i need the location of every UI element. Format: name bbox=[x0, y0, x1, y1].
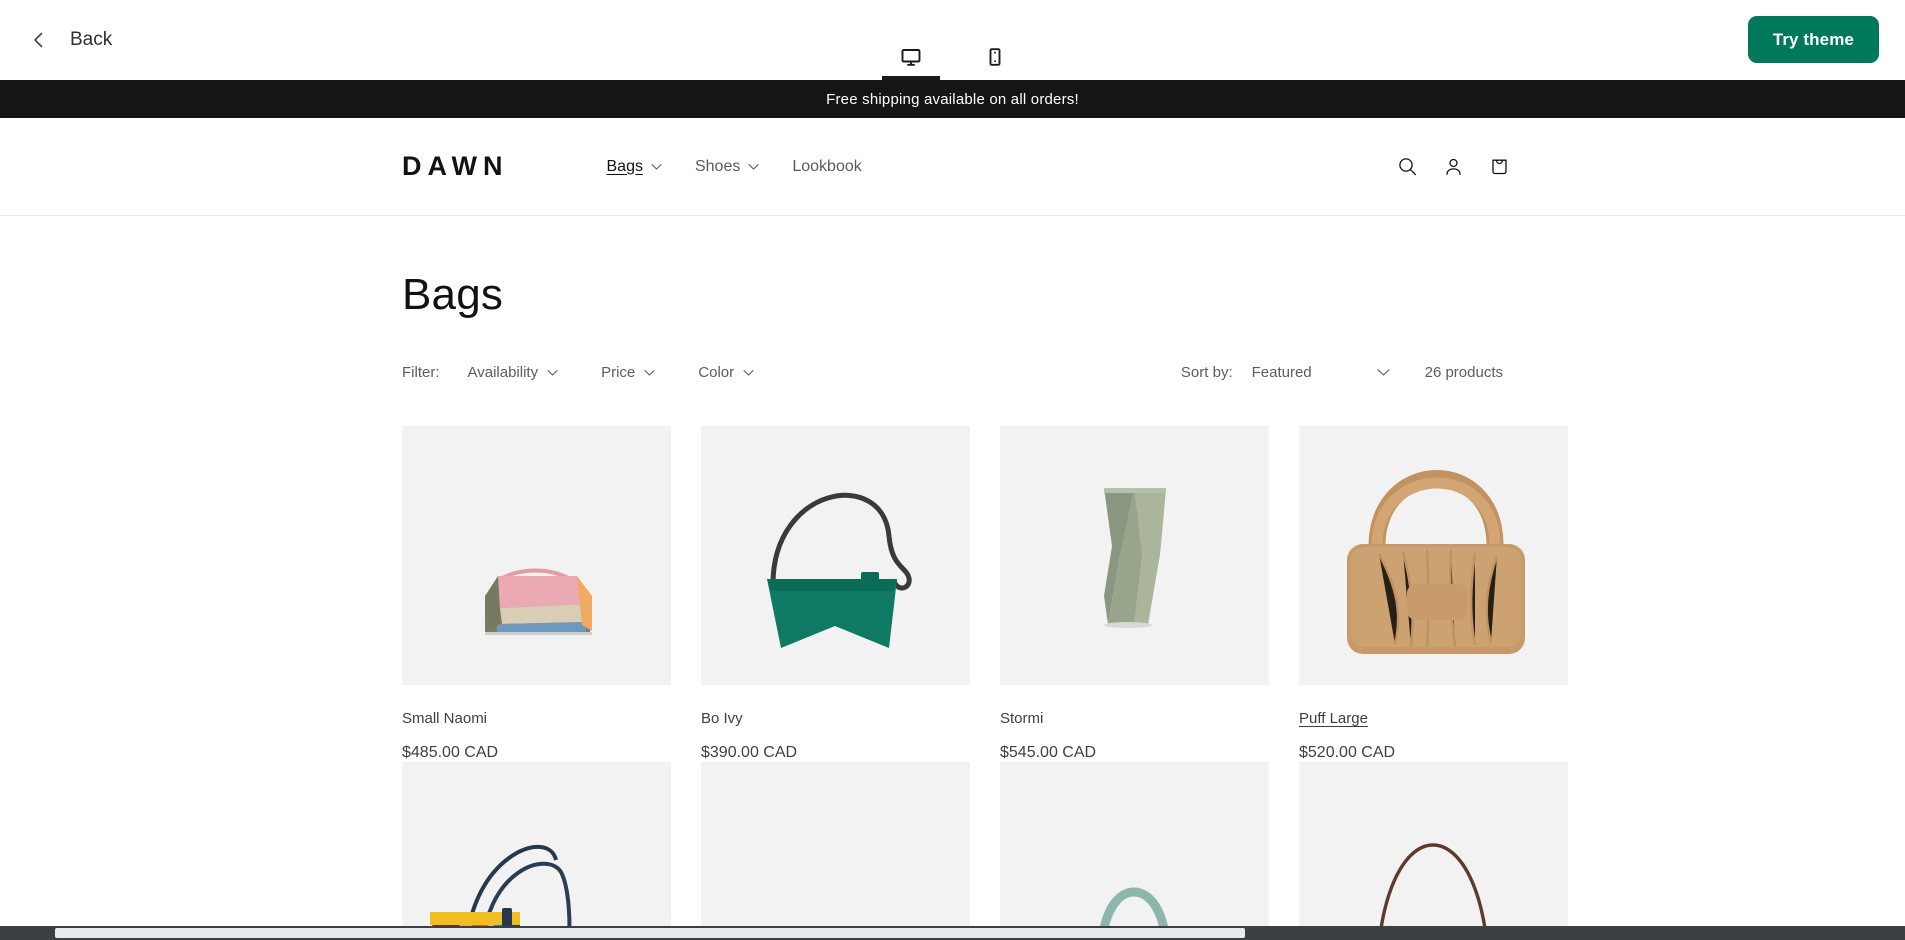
product-image-stormi[interactable] bbox=[1000, 426, 1269, 685]
page-title: Bags bbox=[402, 270, 504, 319]
product-title[interactable]: Small Naomi bbox=[402, 710, 671, 727]
nav-item-shoes-label: Shoes bbox=[694, 157, 741, 175]
product-image-bo-ivy[interactable] bbox=[701, 426, 970, 685]
back-button-label: Back bbox=[70, 29, 113, 50]
filter-color[interactable]: Color bbox=[698, 364, 754, 381]
nav-item-lookbook[interactable]: Lookbook bbox=[792, 158, 861, 176]
try-theme-button[interactable]: Try theme bbox=[1747, 16, 1879, 63]
product-image-brown-croc[interactable] bbox=[1299, 762, 1568, 940]
product-image-burgundy-flap[interactable] bbox=[701, 762, 970, 940]
site-header: DAWN Bags Shoes Lookbook bbox=[0, 118, 1905, 216]
chevron-down-icon bbox=[651, 158, 662, 176]
chevron-down-icon bbox=[1377, 364, 1390, 381]
nav-item-shoes[interactable]: Shoes bbox=[695, 158, 759, 176]
product-image-small-naomi[interactable] bbox=[402, 426, 671, 685]
announcement-text: Free shipping available on all orders! bbox=[826, 90, 1079, 108]
product-image-mint-pleated[interactable] bbox=[1000, 762, 1269, 940]
chevron-down-icon bbox=[644, 364, 655, 381]
sort-by-select[interactable]: Featured bbox=[1252, 364, 1390, 381]
product-price: $485.00 CAD bbox=[402, 744, 499, 761]
product-title[interactable]: Stormi bbox=[1000, 710, 1269, 727]
account-icon[interactable] bbox=[1443, 156, 1464, 177]
announcement-bar: Free shipping available on all orders! bbox=[0, 80, 1905, 118]
product-card: Puff Large $520.00 CAD bbox=[1299, 426, 1568, 762]
nav-item-lookbook-label: Lookbook bbox=[792, 157, 862, 175]
mobile-phone-icon bbox=[984, 46, 1006, 68]
main-navigation: Bags Shoes Lookbook bbox=[607, 158, 862, 176]
product-card: Bo Ivy $390.00 CAD bbox=[701, 426, 970, 762]
product-card bbox=[1000, 762, 1269, 940]
device-tab-desktop[interactable] bbox=[881, 36, 940, 80]
sort-by-value: Featured bbox=[1251, 363, 1312, 381]
store-logo[interactable]: DAWN bbox=[402, 151, 509, 182]
device-tab-mobile[interactable] bbox=[966, 36, 1024, 80]
product-card bbox=[701, 762, 970, 940]
horizontal-scrollbar[interactable] bbox=[0, 926, 1905, 940]
product-card bbox=[1299, 762, 1568, 940]
product-card: Stormi $545.00 CAD bbox=[1000, 426, 1269, 762]
product-card bbox=[402, 762, 671, 940]
filter-price[interactable]: Price bbox=[601, 364, 655, 381]
header-icon-group bbox=[1397, 156, 1510, 177]
filter-availability[interactable]: Availability bbox=[468, 364, 559, 381]
chevron-down-icon bbox=[748, 158, 759, 176]
cart-icon[interactable] bbox=[1489, 156, 1510, 177]
product-grid: Small Naomi $485.00 CAD Bo Ivy $390.00 C… bbox=[402, 426, 1568, 940]
product-image-striped-bucket[interactable] bbox=[402, 762, 671, 940]
product-title[interactable]: Bo Ivy bbox=[701, 710, 970, 727]
filter-label: Filter: bbox=[402, 363, 440, 381]
product-price: $520.00 CAD bbox=[1299, 744, 1396, 761]
product-card: Small Naomi $485.00 CAD bbox=[402, 426, 671, 762]
filter-availability-label: Availability bbox=[467, 363, 539, 381]
storefront-preview: Free shipping available on all orders! D… bbox=[0, 80, 1905, 940]
chevron-left-icon bbox=[28, 29, 50, 51]
scrollbar-thumb[interactable] bbox=[55, 928, 1245, 938]
chevron-down-icon bbox=[743, 364, 754, 381]
sort-group: Sort by: Featured 26 products bbox=[1181, 364, 1503, 381]
nav-item-bags-label: Bags bbox=[606, 157, 643, 175]
collection-section: Bags Filter: Availability Price Color So… bbox=[0, 216, 1905, 940]
filter-price-label: Price bbox=[601, 363, 636, 381]
product-image-puff-large[interactable] bbox=[1299, 426, 1568, 685]
nav-item-bags[interactable]: Bags bbox=[607, 158, 662, 176]
product-title[interactable]: Puff Large bbox=[1299, 710, 1568, 727]
sort-by-label: Sort by: bbox=[1180, 363, 1233, 381]
search-icon[interactable] bbox=[1397, 156, 1418, 177]
theme-preview-bar: Back Try theme bbox=[0, 0, 1905, 80]
product-price: $545.00 CAD bbox=[1000, 744, 1097, 761]
product-price: $390.00 CAD bbox=[701, 744, 798, 761]
back-button[interactable]: Back bbox=[28, 29, 112, 51]
filter-color-label: Color bbox=[698, 363, 735, 381]
device-preview-toggle bbox=[881, 36, 1024, 80]
product-count: 26 products bbox=[1424, 363, 1503, 381]
facets-toolbar: Filter: Availability Price Color Sort by… bbox=[402, 360, 1503, 384]
desktop-monitor-icon bbox=[900, 46, 922, 68]
chevron-down-icon bbox=[547, 364, 558, 381]
